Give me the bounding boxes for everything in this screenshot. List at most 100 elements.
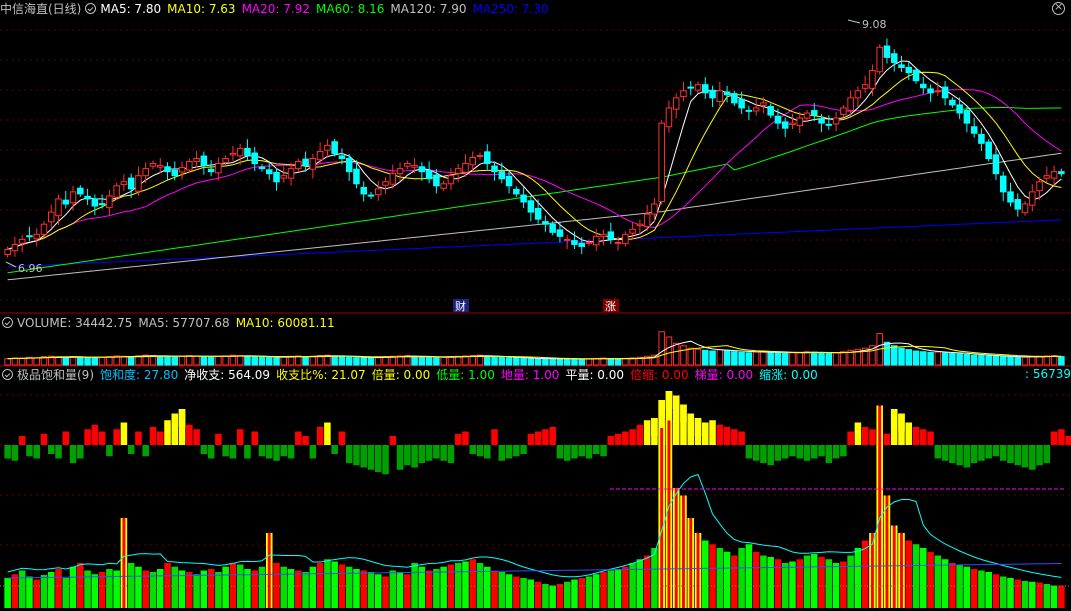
volume-bar (222, 355, 229, 366)
event-marker[interactable]: 财 (455, 299, 466, 313)
net-flow-bar (135, 431, 142, 445)
volume-bar (454, 355, 462, 366)
net-flow-peak (658, 400, 665, 418)
candle-body (258, 166, 266, 170)
ma-legend: MA5: 7.80 MA10: 7.63 MA20: 7.92 MA60: 8.16 M… (100, 2, 554, 16)
volume-bar (302, 356, 309, 366)
saturation-bar (171, 566, 179, 608)
event-marker[interactable]: 涨 (605, 300, 616, 313)
volume-bar (193, 355, 200, 366)
candle-body (534, 207, 542, 220)
candle-body (825, 123, 833, 126)
net-flow-bar (120, 422, 128, 445)
net-flow-bar (91, 424, 99, 445)
net-flow-bar (985, 445, 992, 459)
net-flow-bar (607, 436, 615, 445)
volume-bar (280, 356, 288, 366)
saturation-bar (316, 563, 324, 608)
legend-item: 地量: 1.00 (500, 368, 560, 382)
volume-bar (542, 358, 549, 366)
volume-panel (4, 331, 1065, 366)
net-flow-bar (534, 431, 542, 445)
volume-bar (1043, 355, 1051, 366)
volume-bar (164, 356, 171, 366)
net-flow-bar (287, 445, 295, 459)
candle-body (265, 169, 273, 175)
net-flow-bar (324, 422, 331, 445)
volume-bar (18, 357, 26, 366)
net-flow-bar (912, 427, 920, 445)
candle-body (425, 169, 433, 180)
volume-bar (418, 356, 426, 366)
candle-body (658, 122, 665, 203)
settings-icon[interactable] (85, 3, 97, 14)
net-flow-bar (462, 431, 469, 445)
net-flow-peak (651, 418, 658, 436)
volume-bar (1058, 356, 1065, 366)
saturation-bar (404, 574, 411, 608)
net-flow-bar (11, 445, 19, 461)
candle-body (55, 198, 62, 217)
close-icon[interactable] (1052, 0, 1065, 15)
net-flow-bar (491, 429, 498, 445)
saturation-bar (832, 563, 840, 608)
saturation-bar-core (900, 533, 903, 608)
legend-item: 缩涨: 0.00 (759, 368, 818, 382)
volume-bar (781, 352, 789, 366)
settings-icon[interactable] (2, 369, 13, 380)
net-flow-bar (854, 422, 862, 445)
candle-body (811, 110, 818, 116)
saturation-bar (462, 561, 469, 608)
saturation-bar (324, 559, 331, 608)
candle-body (26, 235, 33, 238)
volume-bar (927, 351, 934, 366)
volume-bar (33, 357, 40, 366)
net-flow-bar (404, 445, 411, 466)
candle-body (1021, 203, 1029, 214)
legend-item: MA60: 8.16 (316, 2, 385, 16)
candle-body (941, 86, 949, 99)
volume-bar (803, 351, 811, 366)
net-flow-bar (869, 429, 876, 445)
net-flow-bar (200, 445, 208, 454)
net-flow-bar (542, 429, 549, 445)
volume-bar (55, 356, 62, 366)
saturation-bar (1021, 581, 1029, 608)
candle-body (469, 156, 476, 166)
volume-bar (563, 358, 571, 366)
grid-layer (0, 29, 1071, 546)
candle-body (578, 242, 585, 247)
volume-bar (614, 358, 622, 366)
net-flow-bar (353, 445, 360, 466)
candle-body (781, 121, 789, 129)
net-flow-peak (898, 413, 905, 432)
settings-icon[interactable] (2, 317, 13, 328)
candle-body (273, 171, 280, 183)
candle-body (556, 229, 564, 237)
candle-body (374, 188, 382, 196)
volume-bar (156, 355, 164, 366)
net-flow-peak (680, 404, 687, 423)
volume-bar (898, 347, 905, 366)
net-flow-bar (280, 445, 288, 457)
net-flow-bar (186, 424, 193, 445)
volume-bar (840, 351, 847, 366)
candle-body (1043, 175, 1051, 179)
candle-body (251, 152, 258, 165)
saturation-bar (752, 551, 760, 608)
candle-body (585, 241, 593, 244)
saturation-bar (571, 579, 578, 608)
net-flow-bar (527, 433, 535, 445)
candle-body (542, 221, 549, 225)
net-flow-bar (745, 445, 753, 459)
saturation-bar (229, 563, 237, 608)
legend-item: 饱和度: 27.80 (100, 368, 179, 382)
candle-body (672, 97, 680, 110)
candle-body (840, 107, 847, 115)
saturation-bar (222, 566, 229, 608)
candle-body (920, 83, 927, 89)
legend-item: MA10: 7.63 (167, 2, 236, 16)
saturation-bar (992, 574, 1000, 608)
volume-bar (796, 351, 804, 366)
saturation-bar (186, 572, 193, 608)
